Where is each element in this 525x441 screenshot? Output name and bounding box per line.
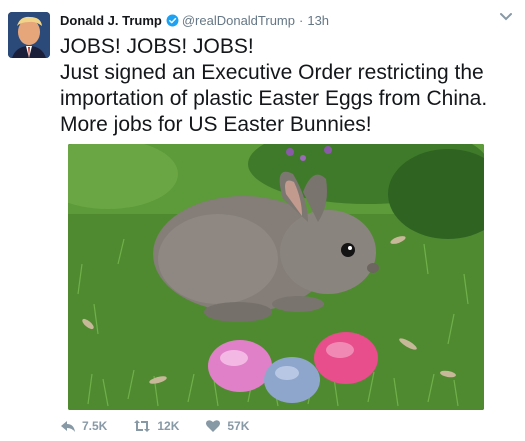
like-count: 57K [227, 419, 250, 433]
tweet-actions: 7.5K 12K 57K [60, 416, 275, 436]
heart-icon [206, 420, 221, 432]
reply-count: 7.5K [82, 419, 108, 433]
reply-button[interactable]: 7.5K [60, 419, 107, 433]
tweet-photo[interactable] [68, 144, 484, 410]
separator-dot: · [299, 12, 304, 28]
like-button[interactable]: 57K [205, 419, 249, 433]
tweet-text: JOBS! JOBS! JOBS! Just signed an Executi… [60, 35, 488, 136]
tweet-header: Donald J. Trump @realDonaldTrump · 13h [60, 10, 329, 30]
easter-bunny-photo [68, 144, 484, 410]
retweet-count: 12K [157, 419, 180, 433]
retweet-icon [134, 420, 151, 432]
chevron-down-icon[interactable] [499, 12, 513, 22]
reply-icon [61, 421, 75, 432]
avatar[interactable] [8, 12, 50, 58]
verified-badge-icon [166, 14, 179, 26]
retweet-button[interactable]: 12K [133, 419, 179, 433]
author-handle[interactable]: @realDonaldTrump [182, 13, 295, 28]
author-name[interactable]: Donald J. Trump [60, 13, 162, 28]
tweet: Donald J. Trump @realDonaldTrump · 13h J… [0, 0, 525, 441]
timestamp[interactable]: 13h [307, 13, 329, 28]
